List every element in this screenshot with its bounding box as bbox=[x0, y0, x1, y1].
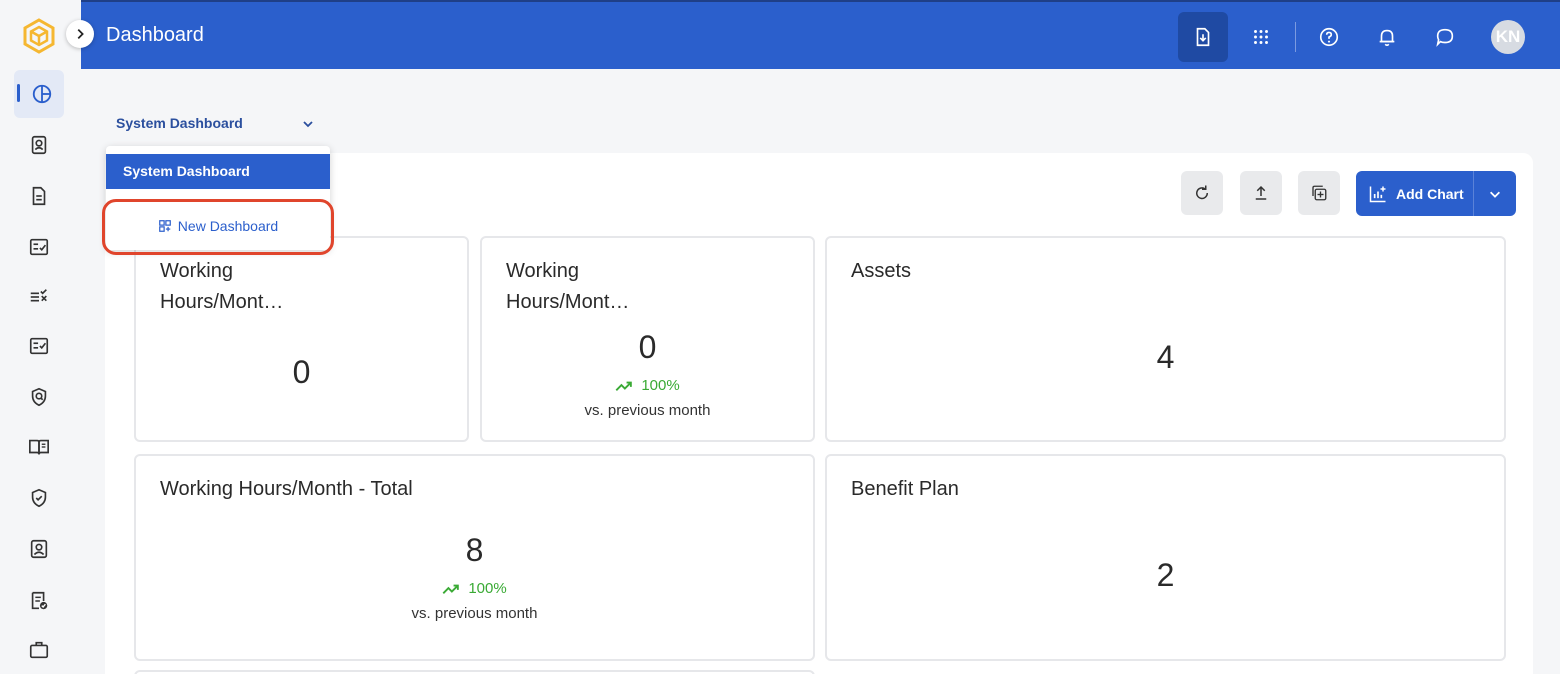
card-trend: 100% bbox=[136, 580, 813, 597]
shield-check-icon bbox=[31, 488, 47, 508]
sidebar-item-jobs[interactable] bbox=[18, 629, 60, 671]
sidebar-item-compliance[interactable] bbox=[18, 376, 60, 418]
upload-icon bbox=[1255, 185, 1267, 200]
card-benefit-plan[interactable]: Benefit Plan 2 bbox=[825, 454, 1506, 661]
top-header: Dashboard KN bbox=[81, 0, 1560, 69]
book-icon bbox=[29, 439, 49, 455]
dashboard-selector[interactable]: System Dashboard bbox=[116, 115, 243, 131]
card-title: Working Hours/Mont… bbox=[506, 260, 630, 313]
duplicate-button[interactable] bbox=[1298, 171, 1340, 215]
duplicate-add-icon bbox=[1312, 185, 1327, 201]
sidebar-expand-button[interactable] bbox=[66, 20, 94, 48]
card-partial bbox=[134, 670, 815, 674]
sidebar-item-security[interactable] bbox=[18, 477, 60, 519]
menu-item-system-dashboard[interactable]: System Dashboard bbox=[106, 154, 330, 189]
sidebar-item-handbook[interactable] bbox=[18, 426, 60, 468]
card-working-hours-1[interactable]: Working Hours/Mont… 0 bbox=[134, 236, 469, 442]
task-list-icon bbox=[30, 289, 47, 302]
menu-item-new-dashboard[interactable]: New Dashboard bbox=[106, 208, 330, 244]
bell-icon bbox=[1379, 29, 1395, 47]
sidebar-item-contacts[interactable] bbox=[18, 124, 60, 166]
apps-grid-icon bbox=[1254, 30, 1268, 44]
add-chart-label: Add Chart bbox=[1396, 185, 1464, 202]
sidebar-item-people[interactable] bbox=[18, 528, 60, 570]
export-icon bbox=[1196, 27, 1210, 47]
shield-search-icon bbox=[31, 387, 47, 407]
sidebar-item-checklist[interactable] bbox=[18, 226, 60, 268]
card-value: 0 bbox=[292, 354, 311, 390]
chevron-down-icon[interactable] bbox=[300, 116, 316, 132]
briefcase-icon bbox=[29, 641, 49, 659]
card-subtext: vs. previous month bbox=[411, 605, 538, 622]
apps-button[interactable] bbox=[1236, 12, 1286, 62]
card-title: Benefit Plan bbox=[851, 478, 959, 500]
card-value: 0 bbox=[638, 329, 657, 365]
card-title: Working Hours/Month - Total bbox=[160, 478, 413, 500]
sidebar-item-forms[interactable] bbox=[18, 580, 60, 622]
trend-up-icon bbox=[442, 584, 460, 594]
trend-up-icon bbox=[615, 381, 633, 391]
sidebar-item-documents[interactable] bbox=[18, 175, 60, 217]
user-avatar[interactable]: KN bbox=[1491, 20, 1525, 54]
active-indicator bbox=[17, 84, 20, 102]
document-icon bbox=[32, 186, 46, 206]
card-value: 8 bbox=[465, 532, 484, 568]
contact-card-icon bbox=[31, 135, 47, 155]
card-working-hours-2[interactable]: Working Hours/Mont… 0 100% vs. previous … bbox=[480, 236, 815, 442]
chart-pie-icon bbox=[32, 84, 52, 104]
chevron-right-icon bbox=[77, 29, 84, 39]
app-logo-icon[interactable] bbox=[22, 18, 56, 54]
new-dashboard-icon bbox=[158, 220, 171, 232]
add-chart-icon bbox=[1369, 186, 1386, 202]
card-working-hours-total[interactable]: Working Hours/Month - Total 8 100% vs. p… bbox=[134, 454, 815, 661]
add-chart-dropdown-button[interactable] bbox=[1474, 171, 1516, 216]
sidebar-item-tasks[interactable] bbox=[18, 276, 60, 318]
help-icon bbox=[1319, 27, 1339, 47]
checklist-alt-icon bbox=[29, 337, 49, 355]
add-chart-split-button: Add Chart bbox=[1356, 171, 1516, 216]
form-check-icon bbox=[31, 591, 48, 610]
page-title: Dashboard bbox=[106, 24, 204, 46]
card-assets[interactable]: Assets 4 bbox=[825, 236, 1506, 442]
chevron-down-icon bbox=[1490, 191, 1500, 198]
help-button[interactable] bbox=[1304, 12, 1354, 62]
trend-value: 100% bbox=[641, 377, 680, 394]
checklist-icon bbox=[29, 238, 49, 256]
add-chart-button[interactable]: Add Chart bbox=[1356, 171, 1473, 216]
notifications-button[interactable] bbox=[1362, 12, 1412, 62]
card-value: 2 bbox=[1156, 557, 1175, 593]
dashboard-dropdown-menu: System Dashboard New Dashboard bbox=[106, 146, 330, 250]
card-title: Working Hours/Mont… bbox=[160, 260, 284, 313]
card-trend: 100% bbox=[482, 377, 813, 394]
card-title: Assets bbox=[851, 260, 912, 282]
sidebar bbox=[0, 0, 81, 674]
trend-value: 100% bbox=[468, 580, 507, 597]
card-subtext: vs. previous month bbox=[584, 402, 711, 419]
upload-button[interactable] bbox=[1240, 171, 1282, 215]
refresh-icon bbox=[1196, 185, 1209, 200]
refresh-button[interactable] bbox=[1181, 171, 1223, 215]
header-divider bbox=[1295, 22, 1296, 52]
chat-icon bbox=[1436, 28, 1454, 47]
menu-item-label: New Dashboard bbox=[177, 218, 279, 234]
card-value: 4 bbox=[1156, 339, 1175, 375]
sidebar-item-reviews[interactable] bbox=[18, 325, 60, 367]
chat-button[interactable] bbox=[1420, 12, 1470, 62]
export-button[interactable] bbox=[1178, 12, 1228, 62]
sidebar-item-dashboard[interactable] bbox=[14, 70, 64, 118]
person-card-icon bbox=[30, 539, 48, 559]
